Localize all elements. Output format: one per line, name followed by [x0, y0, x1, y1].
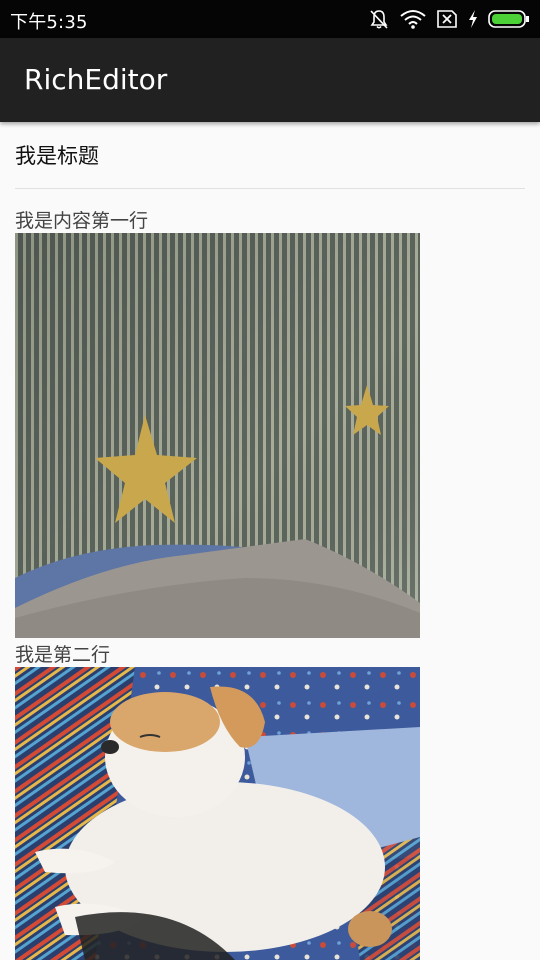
- rich-editor[interactable]: 我是标题 我是内容第一行 我是第二行: [15, 122, 525, 960]
- status-time: 下午5:35: [10, 12, 88, 33]
- no-sim-icon: [436, 9, 458, 29]
- charging-icon: [468, 10, 478, 28]
- wifi-icon: [400, 9, 426, 29]
- content-line-1[interactable]: 我是内容第一行: [15, 206, 148, 233]
- striped-fabric-with-stars-photo[interactable]: [15, 233, 420, 638]
- app-title: RichEditor: [24, 63, 168, 96]
- content-line-2[interactable]: 我是第二行: [15, 640, 110, 667]
- status-icons: [368, 7, 530, 31]
- app-bar: RichEditor: [0, 38, 540, 122]
- sleeping-puppy-photo[interactable]: [15, 667, 420, 960]
- status-bar: 下午5:35: [0, 0, 540, 38]
- title-field[interactable]: 我是标题: [15, 140, 525, 189]
- bell-muted-icon: [368, 8, 390, 30]
- battery-icon: [488, 9, 530, 29]
